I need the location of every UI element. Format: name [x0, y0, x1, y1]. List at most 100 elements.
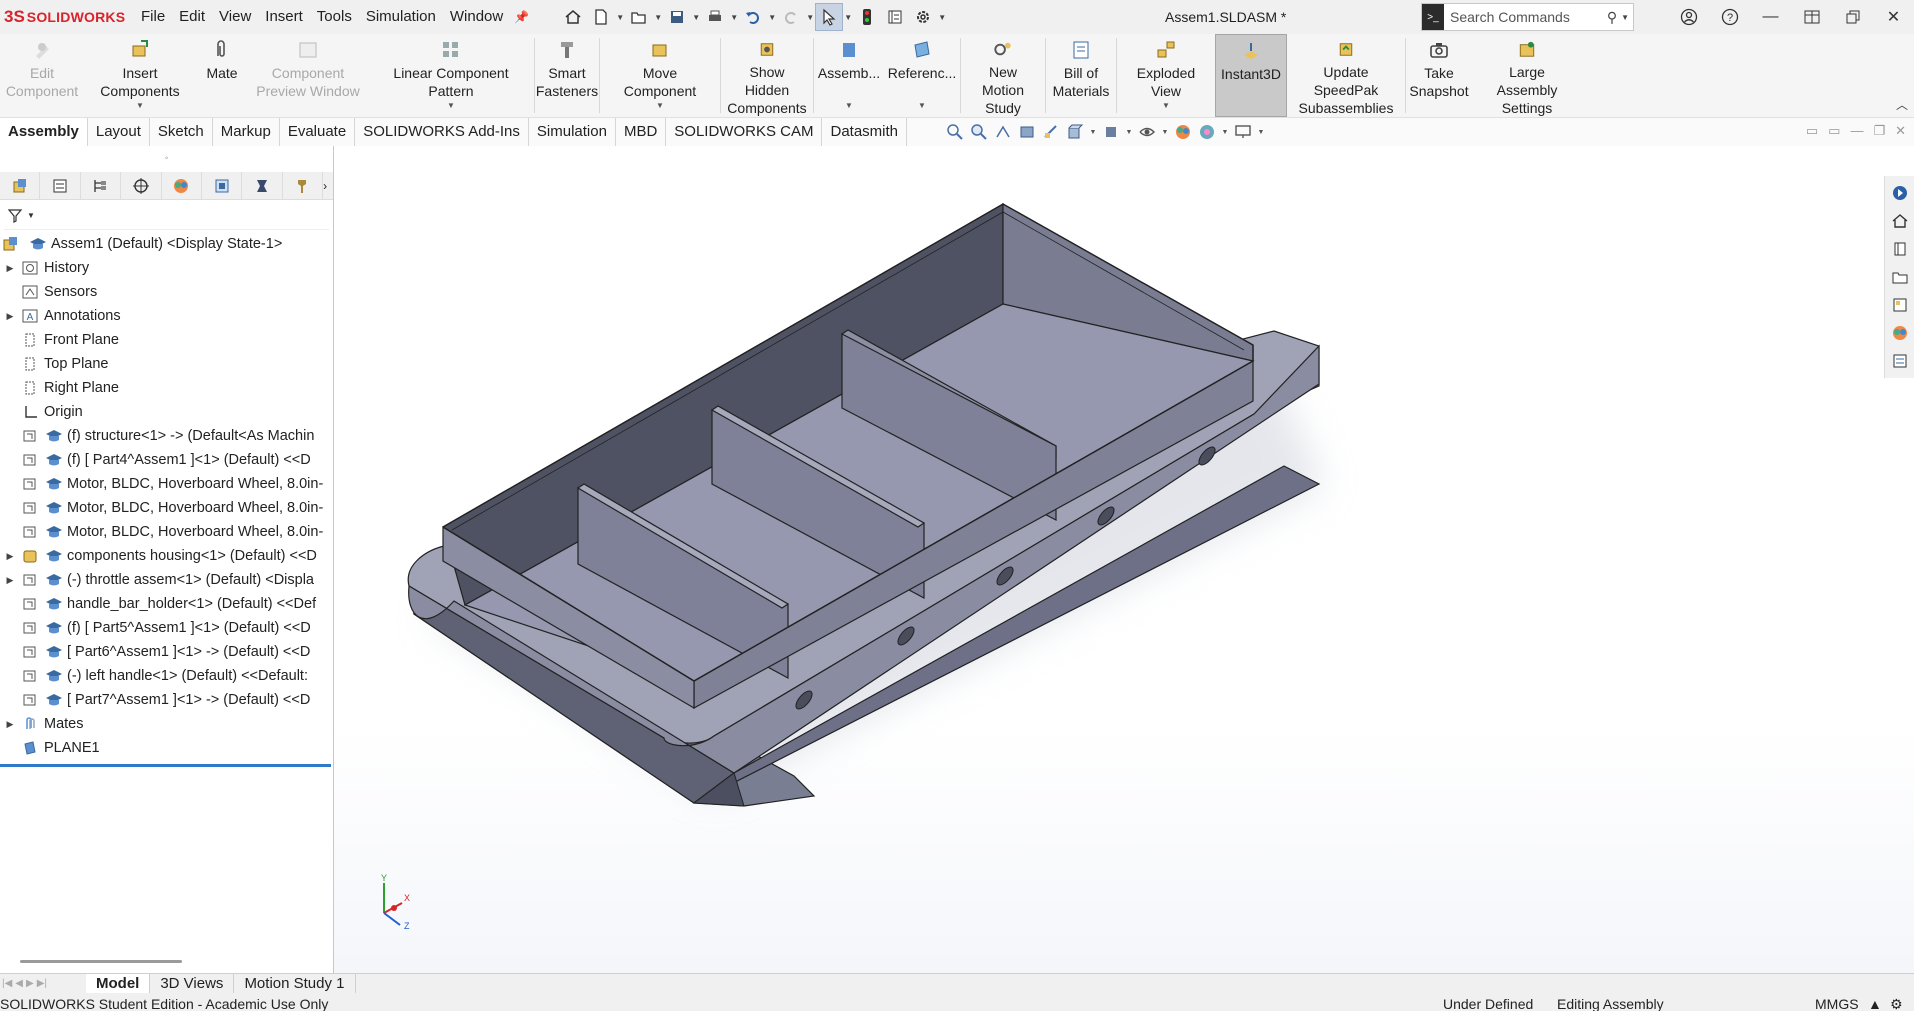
options-caret-icon[interactable]: ▼ [937, 13, 947, 22]
tree-item-right-plane[interactable]: Right Plane [0, 376, 333, 400]
take-snapshot-button[interactable]: Take Snapshot [1406, 34, 1472, 117]
view-setting-caret-icon[interactable]: ▼ [1257, 129, 1265, 136]
tree-item-subassembly[interactable]: ▶ components housing<1> (Default) <<D [0, 544, 333, 568]
tab-model[interactable]: Model [86, 973, 151, 994]
account-icon[interactable] [1668, 0, 1709, 34]
rollback-bar[interactable] [0, 764, 331, 767]
redo-icon[interactable] [777, 3, 805, 31]
horizontal-scrollbar[interactable] [20, 960, 182, 963]
tree-item-component[interactable]: Motor, BLDC, Hoverboard Wheel, 8.0in- [0, 496, 333, 520]
custom-properties-icon[interactable] [1889, 350, 1911, 372]
view-orientation-caret-icon[interactable]: ▼ [1089, 129, 1097, 136]
linear-pattern-caret-icon[interactable]: ▼ [447, 97, 455, 115]
first-tab-icon[interactable]: |◀ [2, 978, 12, 989]
exploded-view-caret-icon[interactable]: ▼ [1162, 97, 1170, 115]
units-caret-icon[interactable]: ▲ [1868, 993, 1882, 1011]
search-commands[interactable]: >_ ⚲ ▼ [1421, 3, 1634, 31]
display-style-icon[interactable] [1101, 122, 1121, 142]
edit-appearance-icon[interactable] [1173, 122, 1193, 142]
new-caret-icon[interactable]: ▼ [615, 13, 625, 22]
insert-components-caret-icon[interactable]: ▼ [136, 97, 144, 115]
apply-scene-icon[interactable] [1197, 122, 1217, 142]
menu-tools[interactable]: Tools [310, 0, 359, 34]
search-input[interactable] [1444, 5, 1594, 29]
units-selector[interactable]: MMGS [1815, 993, 1859, 1011]
menu-insert[interactable]: Insert [258, 0, 310, 34]
view-orientation-icon[interactable] [1065, 122, 1085, 142]
reference-geometry-button[interactable]: Referenc... ▼ [884, 34, 960, 117]
appearances-icon[interactable] [1889, 322, 1911, 344]
save-caret-icon[interactable]: ▼ [691, 13, 701, 22]
search-caret-icon[interactable]: ▼ [1621, 13, 1629, 22]
dynamic-annotation-icon[interactable] [1041, 122, 1061, 142]
restore-icon[interactable] [1832, 0, 1873, 34]
configuration-manager-tab-icon[interactable] [81, 172, 122, 200]
tree-item-subassembly[interactable]: ▶ (-) throttle assem<1> (Default) <Displ… [0, 568, 333, 592]
tab-datasmith[interactable]: Datasmith [822, 118, 908, 146]
expand-arrow-icon[interactable]: ▶ [0, 263, 20, 274]
tab-markup[interactable]: Markup [213, 118, 280, 146]
move-component-caret-icon[interactable]: ▼ [656, 97, 664, 115]
save-icon[interactable] [663, 3, 691, 31]
reference-geometry-caret-icon[interactable]: ▼ [918, 97, 926, 115]
view-setting-monitor-icon[interactable] [1233, 122, 1253, 142]
print-caret-icon[interactable]: ▼ [729, 13, 739, 22]
doc-close-icon[interactable]: ✕ [1895, 123, 1906, 139]
exploded-view-button[interactable]: Exploded View ▼ [1117, 34, 1215, 117]
file-explorer-icon[interactable] [1889, 266, 1911, 288]
menu-window[interactable]: Window [443, 0, 510, 34]
new-document-icon[interactable] [587, 3, 615, 31]
display-manager-tab-icon[interactable] [162, 172, 202, 200]
new-motion-study-button[interactable]: New Motion Study [961, 34, 1045, 117]
tree-item-component[interactable]: (f) [ Part5^Assem1 ]<1> (Default) <<D [0, 616, 333, 640]
menu-simulation[interactable]: Simulation [359, 0, 443, 34]
undo-icon[interactable] [739, 3, 767, 31]
bill-of-materials-button[interactable]: Bill of Materials [1046, 34, 1116, 117]
tab-sketch[interactable]: Sketch [150, 118, 213, 146]
tab-3d-views[interactable]: 3D Views [150, 973, 235, 994]
tree-item-component[interactable]: (-) left handle<1> (Default) <<Default: [0, 664, 333, 688]
menu-view[interactable]: View [212, 0, 258, 34]
close-icon[interactable]: ✕ [1873, 0, 1914, 34]
cam-feature-tab-icon[interactable] [202, 172, 243, 200]
solidworks-logo[interactable]: 3S SOLIDWORKS [0, 0, 134, 34]
tree-item-origin[interactable]: Origin [0, 400, 333, 424]
previous-view-icon[interactable] [993, 122, 1013, 142]
tree-item-component[interactable]: Motor, BLDC, Hoverboard Wheel, 8.0in- [0, 472, 333, 496]
tab-mbd[interactable]: MBD [616, 118, 667, 146]
tree-item-top-plane[interactable]: Top Plane [0, 352, 333, 376]
pane-grip-icon[interactable]: ◦ [0, 146, 333, 172]
tree-item-component[interactable]: (f) structure<1> -> (Default<As Machin [0, 424, 333, 448]
rebuild-status-icon[interactable]: ⚙ [1890, 993, 1903, 1011]
zoom-to-area-icon[interactable] [969, 122, 989, 142]
prev-tab-icon[interactable]: ◀ [15, 978, 23, 989]
component-preview-button[interactable]: Component Preview Window [248, 34, 368, 117]
tab-motion-study-1[interactable]: Motion Study 1 [234, 973, 356, 994]
tab-solidworks-addins[interactable]: SOLIDWORKS Add-Ins [355, 118, 529, 146]
tile-icon[interactable] [1791, 0, 1832, 34]
doc-tile-right-icon[interactable]: ▭ [1828, 123, 1840, 139]
undo-caret-icon[interactable]: ▼ [767, 13, 777, 22]
tree-item-mates[interactable]: ▶ Mates [0, 712, 333, 736]
solidworks-resources-icon[interactable] [1889, 182, 1911, 204]
mate-button[interactable]: Mate [196, 34, 248, 117]
graphics-area[interactable]: Y X Z [334, 146, 1914, 973]
tree-filter[interactable]: ▼ [4, 202, 329, 230]
doc-tile-left-icon[interactable]: ▭ [1806, 123, 1818, 139]
menu-file[interactable]: File [134, 0, 172, 34]
tree-item-component[interactable]: [ Part6^Assem1 ]<1> -> (Default) <<D [0, 640, 333, 664]
doc-restore-icon[interactable]: ❐ [1873, 123, 1885, 139]
tab-evaluate[interactable]: Evaluate [280, 118, 356, 146]
cam-tool-tab-icon[interactable] [283, 172, 324, 200]
filter-caret-icon[interactable]: ▼ [27, 211, 35, 220]
doc-minimize-icon[interactable]: — [1850, 123, 1863, 139]
tree-item-history[interactable]: ▶ History [0, 256, 333, 280]
rebuild-traffic-light-icon[interactable] [853, 3, 881, 31]
minimize-icon[interactable]: — [1750, 0, 1791, 34]
display-style-caret-icon[interactable]: ▼ [1125, 129, 1133, 136]
tab-simulation[interactable]: Simulation [529, 118, 616, 146]
instant3d-button[interactable]: Instant3D [1215, 34, 1287, 117]
tree-item-annotations[interactable]: ▶ A Annotations [0, 304, 333, 328]
large-assembly-settings-button[interactable]: Large Assembly Settings [1472, 34, 1582, 117]
pin-menu-icon[interactable]: 📌 [514, 10, 529, 24]
